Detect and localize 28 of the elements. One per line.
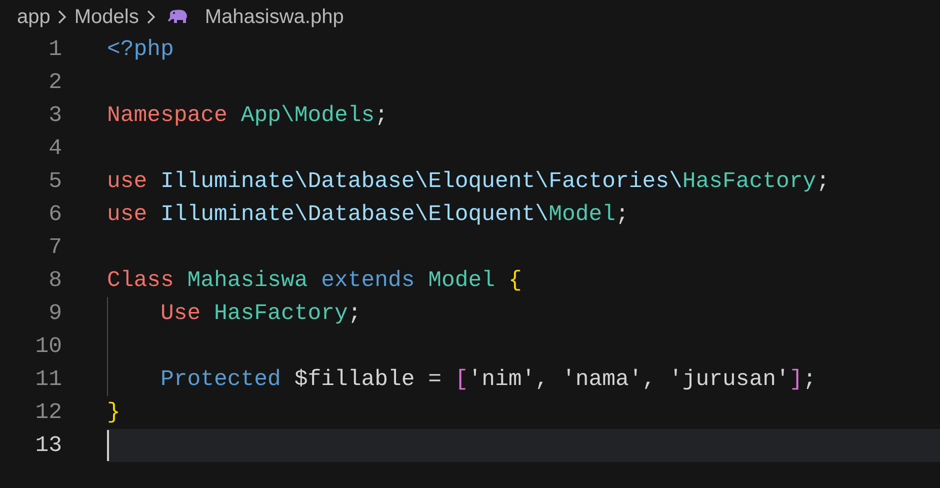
breadcrumb-file[interactable]: Mahasiswa.php: [204, 2, 344, 32]
line-number: 1: [48, 34, 62, 64]
line-number: 2: [48, 68, 62, 97]
code-line: Namespace App\Models;: [107, 101, 388, 130]
code-line: use Illuminate\Database\Eloquent\Model;: [107, 200, 629, 229]
code-line: Protected $fillable = ['nim', 'nama', 'jurusan'];: [160, 365, 816, 394]
breadcrumb-folder[interactable]: Models: [74, 2, 139, 32]
text-cursor: [107, 430, 109, 461]
code-line: }: [107, 398, 120, 427]
breadcrumb-folder[interactable]: app: [17, 2, 50, 32]
line-number: 13: [34, 430, 62, 460]
line-number: 6: [48, 200, 62, 229]
code-line: Use HasFactory;: [160, 299, 362, 328]
line-number: 7: [48, 232, 62, 262]
line-number: 3: [48, 100, 62, 130]
elephant-icon: [166, 8, 189, 24]
chevron-right-icon: [144, 8, 157, 24]
line-number: 10: [34, 332, 62, 361]
chevron-right-icon: [56, 8, 68, 24]
line-number: 9: [48, 298, 62, 328]
code-line: Class Mahasiswa extends Model {: [107, 266, 522, 295]
line-number: 5: [48, 166, 62, 196]
line-number: 4: [48, 134, 62, 163]
code-line: use Illuminate\Database\Eloquent\Factories\HasFactory;: [107, 167, 830, 196]
code-line: <?php: [107, 35, 174, 64]
line-number: 11: [34, 364, 62, 394]
line-number: 12: [34, 398, 62, 427]
line-number: 8: [48, 266, 62, 295]
